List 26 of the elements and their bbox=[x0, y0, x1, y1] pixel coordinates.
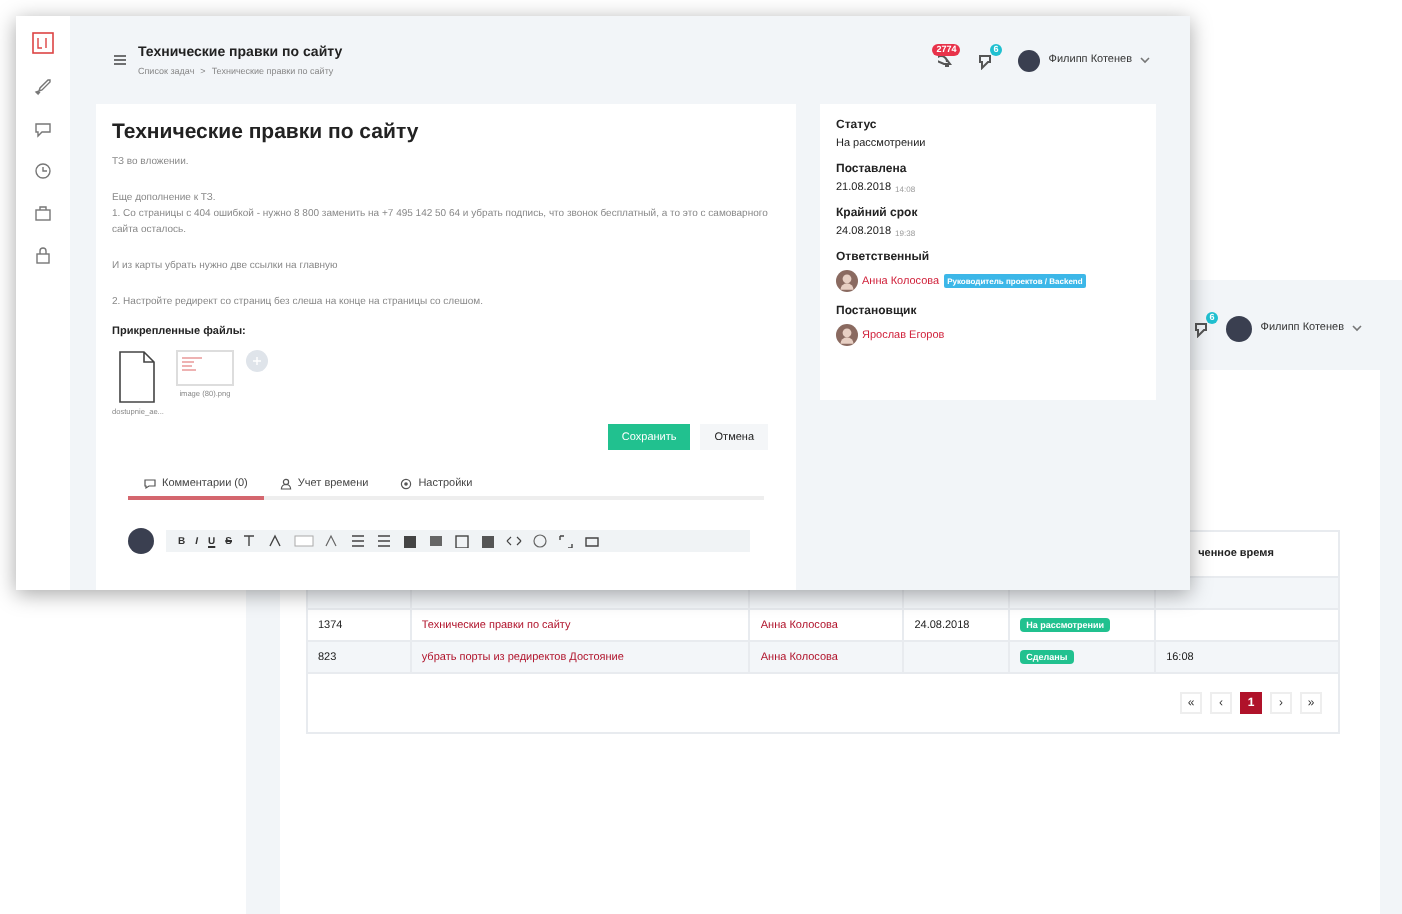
settings-icon bbox=[400, 478, 413, 490]
logo-icon[interactable] bbox=[32, 32, 54, 54]
user-avatar bbox=[1226, 315, 1253, 341]
caret-icon[interactable] bbox=[1352, 324, 1362, 332]
code-icon[interactable] bbox=[505, 534, 522, 548]
avatar bbox=[836, 270, 858, 292]
fullscreen-icon[interactable] bbox=[557, 534, 574, 548]
lock-icon[interactable] bbox=[34, 246, 52, 264]
avatar bbox=[836, 324, 858, 346]
document-icon[interactable] bbox=[118, 350, 157, 404]
user-avatar bbox=[1018, 49, 1041, 71]
comment-icon bbox=[144, 478, 156, 490]
task-title: Технические правки по сайту bbox=[112, 120, 421, 144]
caret-icon[interactable] bbox=[1140, 56, 1150, 64]
chat-icon[interactable] bbox=[34, 120, 52, 138]
numbered-list-icon[interactable] bbox=[349, 534, 366, 548]
bullet-list-icon[interactable] bbox=[375, 534, 392, 548]
user-avatar bbox=[128, 528, 154, 554]
menu-icon[interactable] bbox=[114, 54, 126, 66]
image-thumbnail[interactable] bbox=[175, 350, 234, 386]
chat-icon[interactable] bbox=[976, 51, 995, 69]
chat-icon[interactable] bbox=[1192, 319, 1211, 337]
clock-icon[interactable] bbox=[34, 162, 52, 180]
briefcase-icon[interactable] bbox=[34, 204, 52, 222]
person-icon bbox=[279, 478, 292, 490]
clear-format-icon[interactable] bbox=[241, 534, 258, 548]
